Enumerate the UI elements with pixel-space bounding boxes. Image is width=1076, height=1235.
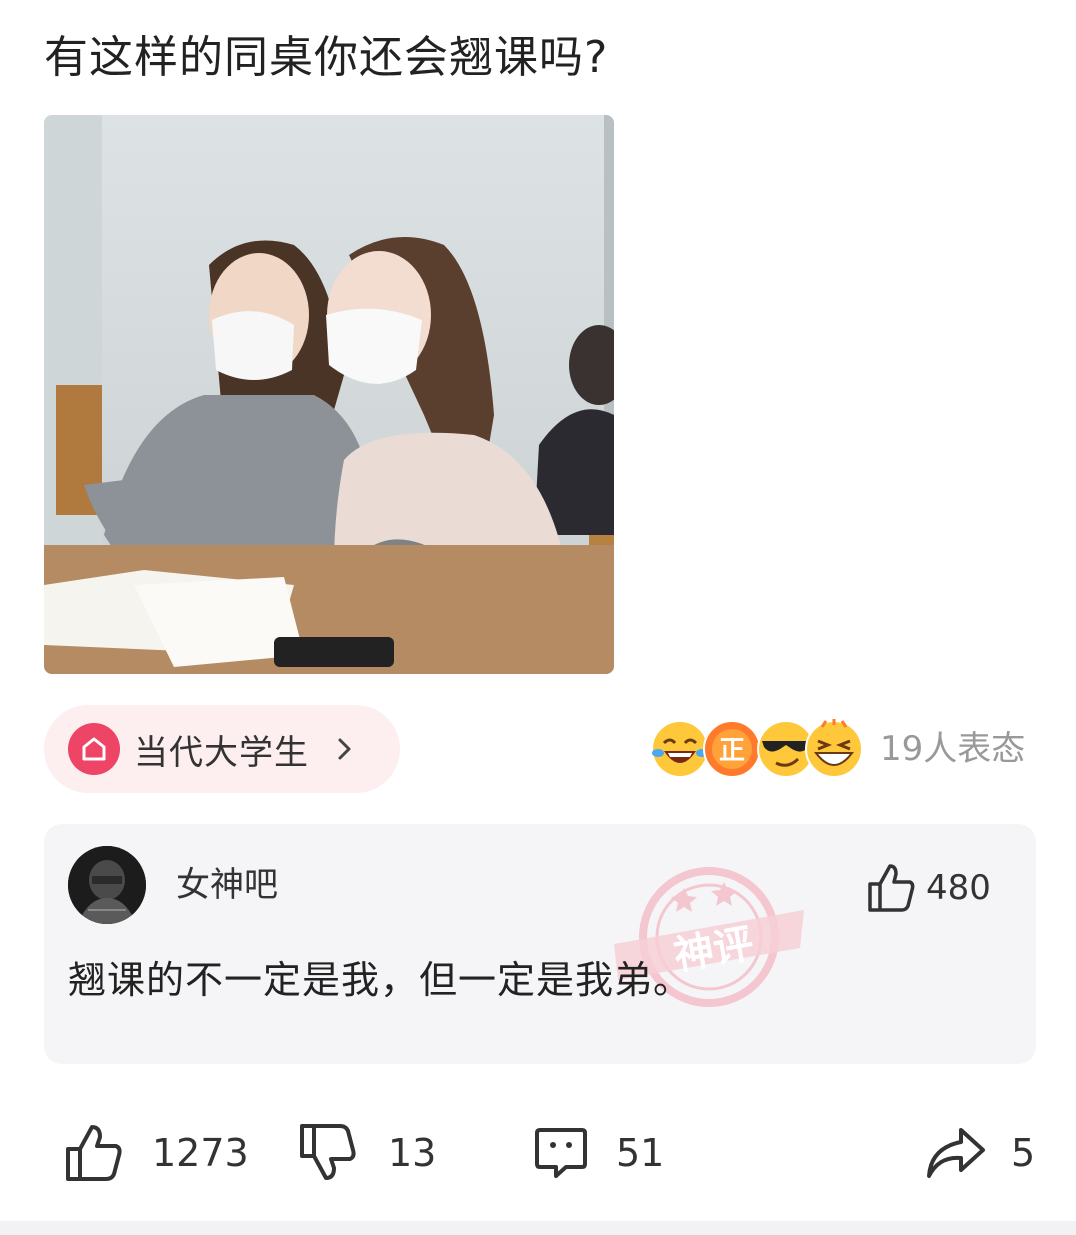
avatar[interactable] <box>68 846 146 924</box>
grinning-emoji <box>805 719 863 778</box>
divider <box>0 1221 1076 1235</box>
comment-username[interactable]: 女神吧 <box>176 862 278 908</box>
laughing-tears-emoji <box>651 720 709 778</box>
comment-count: 51 <box>616 1131 665 1175</box>
comment-like-count: 480 <box>926 868 991 908</box>
thumbs-down-icon <box>300 1124 356 1180</box>
home-icon <box>68 723 120 775</box>
reaction-count: 19人表态 <box>880 729 1026 769</box>
share-button[interactable]: 5 <box>925 1118 1035 1188</box>
chevron-right-icon <box>337 737 353 761</box>
thumbs-up-icon <box>868 864 915 912</box>
share-count: 5 <box>1011 1131 1036 1175</box>
reaction-stack[interactable]: 正 <box>650 715 870 785</box>
svg-text:正: 正 <box>719 736 745 766</box>
thumbs-up-icon <box>66 1125 122 1181</box>
dislike-count: 13 <box>388 1131 437 1175</box>
like-count: 1273 <box>152 1131 249 1175</box>
comment-bubble-icon <box>535 1128 587 1178</box>
hot-comment-card[interactable]: 女神吧 神评 480 翘课的不一定是我，但一定是我弟。 <box>44 824 1036 1064</box>
like-button[interactable]: 1273 <box>64 1118 249 1188</box>
zheng-badge-emoji: 正 <box>703 720 761 778</box>
comment-text: 翘课的不一定是我，但一定是我弟。 <box>68 958 693 1002</box>
post-image[interactable] <box>44 115 614 674</box>
topic-label: 当代大学生 <box>134 732 309 773</box>
dislike-button[interactable]: 13 <box>298 1118 436 1188</box>
topic-chip[interactable]: 当代大学生 <box>44 705 400 793</box>
comment-like-button[interactable]: 480 <box>866 862 991 914</box>
share-arrow-icon <box>927 1128 985 1178</box>
comment-button[interactable]: 51 <box>534 1118 664 1188</box>
post-title: 有这样的同桌你还会翘课吗? <box>44 32 609 83</box>
